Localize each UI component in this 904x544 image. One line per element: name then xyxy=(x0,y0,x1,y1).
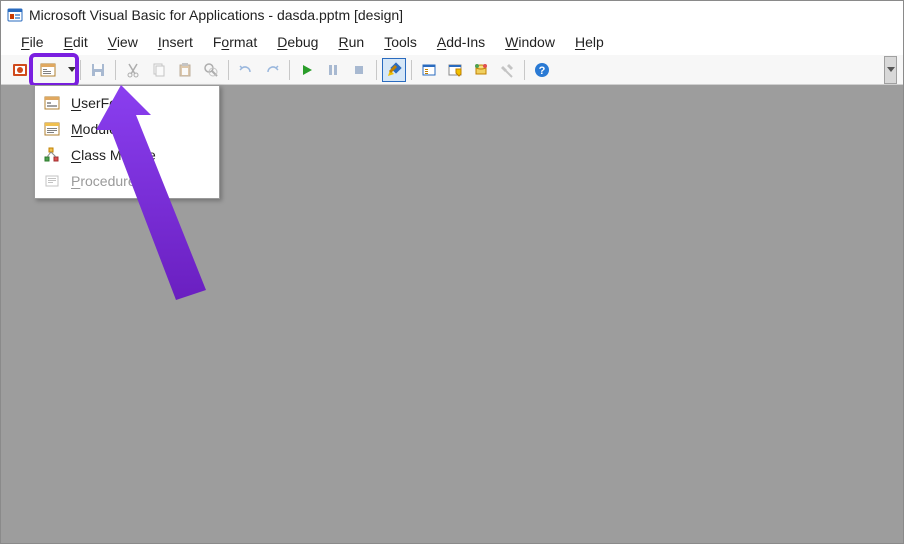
reset-button[interactable] xyxy=(347,58,371,82)
menu-help[interactable]: Help xyxy=(565,32,614,52)
menu-file[interactable]: File xyxy=(11,32,54,52)
menu-addins[interactable]: Add-Ins xyxy=(427,32,495,52)
design-mode-button[interactable] xyxy=(382,58,406,82)
menu-item-label: Module xyxy=(71,121,117,137)
toolbar-separator xyxy=(289,60,290,80)
toolbar-separator xyxy=(115,60,116,80)
menu-view[interactable]: View xyxy=(98,32,148,52)
toolbar-overflow-dropdown[interactable] xyxy=(884,56,897,84)
run-button[interactable] xyxy=(295,58,319,82)
menu-edit[interactable]: Edit xyxy=(54,32,98,52)
undo-button[interactable] xyxy=(234,58,258,82)
procedure-icon xyxy=(43,172,61,190)
menu-format[interactable]: Format xyxy=(203,32,267,52)
menu-item-label: Class Module xyxy=(71,147,156,163)
toolbar-separator xyxy=(524,60,525,80)
view-powerpoint-button[interactable] xyxy=(8,58,32,82)
window-title: Microsoft Visual Basic for Applications … xyxy=(29,7,403,23)
menu-debug[interactable]: Debug xyxy=(267,32,328,52)
mdi-workspace: UserForm Module Class Module Procedure..… xyxy=(1,85,903,543)
menu-item-module[interactable]: Module xyxy=(37,116,217,142)
svg-text:?: ? xyxy=(539,65,546,77)
properties-window-button[interactable] xyxy=(443,58,467,82)
toolbar-separator xyxy=(80,60,81,80)
toolbar-separator xyxy=(376,60,377,80)
help-button[interactable]: ? xyxy=(530,58,554,82)
object-browser-button[interactable] xyxy=(469,58,493,82)
project-explorer-button[interactable] xyxy=(417,58,441,82)
redo-button[interactable] xyxy=(260,58,284,82)
menu-item-class-module[interactable]: Class Module xyxy=(37,142,217,168)
toolbar-separator xyxy=(411,60,412,80)
break-button[interactable] xyxy=(321,58,345,82)
menu-item-label: UserForm xyxy=(71,95,133,111)
toolbar-separator xyxy=(228,60,229,80)
cut-button[interactable] xyxy=(121,58,145,82)
menu-tools[interactable]: Tools xyxy=(374,32,427,52)
menu-item-userform[interactable]: UserForm xyxy=(37,90,217,116)
menu-bar: File Edit View Insert Format Debug Run T… xyxy=(1,29,903,55)
class-module-icon xyxy=(43,146,61,164)
paste-button[interactable] xyxy=(173,58,197,82)
vba-app-icon xyxy=(7,7,23,23)
toolbox-button[interactable] xyxy=(495,58,519,82)
menu-item-procedure: Procedure... xyxy=(37,168,217,194)
menu-run[interactable]: Run xyxy=(328,32,374,52)
copy-button[interactable] xyxy=(147,58,171,82)
find-button[interactable] xyxy=(199,58,223,82)
userform-icon xyxy=(43,94,61,112)
standard-toolbar: ? xyxy=(1,55,903,85)
title-bar: Microsoft Visual Basic for Applications … xyxy=(1,1,903,29)
module-icon xyxy=(43,120,61,138)
menu-window[interactable]: Window xyxy=(495,32,565,52)
insert-object-dropdown[interactable] xyxy=(66,58,76,82)
menu-insert[interactable]: Insert xyxy=(148,32,203,52)
save-button[interactable] xyxy=(86,58,110,82)
menu-item-label: Procedure... xyxy=(71,173,147,189)
insert-dropdown-menu: UserForm Module Class Module Procedure..… xyxy=(34,85,220,199)
insert-object-button[interactable] xyxy=(34,58,62,82)
